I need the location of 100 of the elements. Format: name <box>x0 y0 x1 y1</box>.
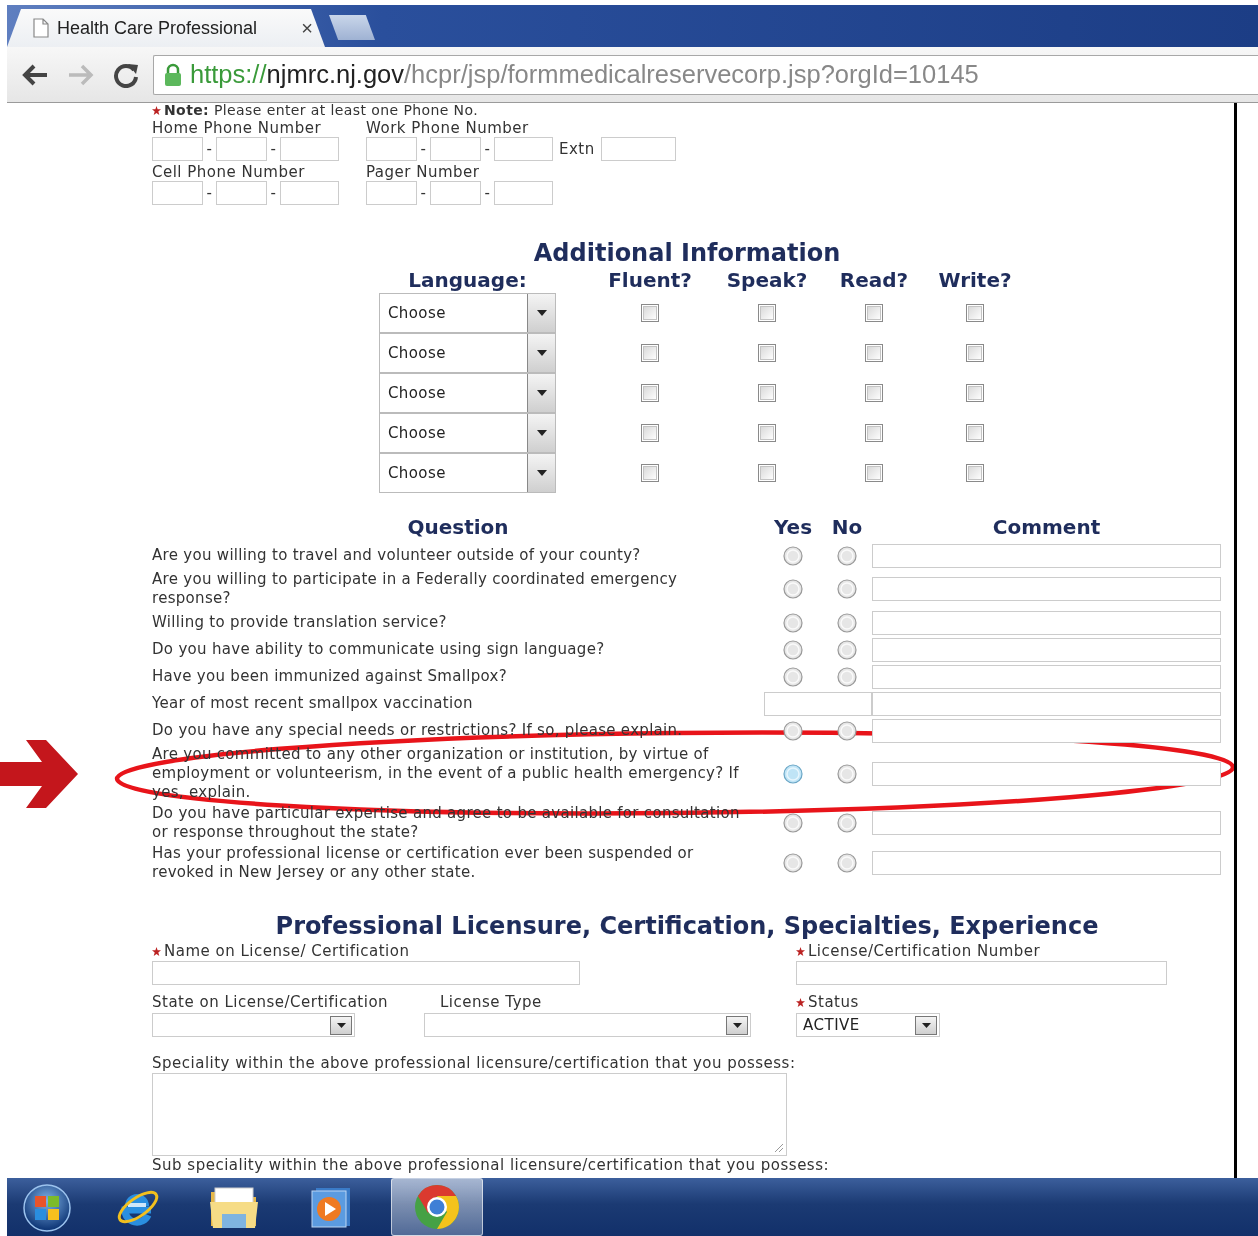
comment-field[interactable] <box>872 718 1221 743</box>
page-icon <box>33 18 49 38</box>
comment-field[interactable] <box>872 691 1221 716</box>
checkbox[interactable] <box>758 344 776 362</box>
radio-button[interactable] <box>837 763 857 784</box>
comment-field[interactable] <box>872 577 1221 601</box>
input-field[interactable] <box>216 181 267 205</box>
radio-button[interactable] <box>837 639 857 660</box>
close-button[interactable]: × <box>301 16 313 40</box>
checkbox[interactable] <box>865 344 883 362</box>
comment-field[interactable] <box>872 610 1221 635</box>
checkbox[interactable] <box>865 384 883 402</box>
checkbox[interactable] <box>865 424 883 442</box>
comment-field[interactable] <box>872 664 1221 689</box>
select-field[interactable] <box>152 1013 355 1037</box>
select-field[interactable]: ACTIVE <box>796 1013 940 1037</box>
input-field[interactable] <box>430 181 481 205</box>
radio-button[interactable] <box>837 545 857 566</box>
dropdown-arrow-icon <box>921 1022 931 1028</box>
section-heading: Additional Information <box>532 238 842 268</box>
checkbox[interactable] <box>641 464 659 482</box>
radio-button[interactable] <box>837 666 857 687</box>
question-text: Willing to provide translation service? <box>152 613 448 632</box>
checkbox[interactable] <box>865 464 883 482</box>
field-label: License Type <box>440 994 542 1010</box>
comment-field[interactable] <box>872 811 1221 835</box>
radio-button[interactable] <box>783 545 803 566</box>
radio-button[interactable] <box>837 579 857 599</box>
dropdown-arrow-icon <box>536 350 547 356</box>
comment-field[interactable] <box>872 637 1221 662</box>
radio-button[interactable] <box>783 579 803 599</box>
checkbox[interactable] <box>966 344 984 362</box>
radio-button[interactable] <box>783 639 803 660</box>
field-label: License/Certification Number <box>808 943 1041 959</box>
comment-field[interactable] <box>872 761 1221 786</box>
field-label: Cell Phone Number <box>152 164 306 180</box>
year-field[interactable] <box>764 691 872 716</box>
radio-button[interactable] <box>837 720 857 741</box>
checkbox[interactable] <box>641 344 659 362</box>
radio-button[interactable] <box>837 612 857 633</box>
checkbox[interactable] <box>641 424 659 442</box>
input-field[interactable] <box>494 181 553 205</box>
dropdown-arrow-icon <box>536 310 547 316</box>
checkbox[interactable] <box>641 384 659 402</box>
checkbox[interactable] <box>966 424 984 442</box>
input-field[interactable] <box>366 137 417 161</box>
radio-button[interactable] <box>783 853 803 873</box>
comment-field[interactable] <box>872 543 1221 568</box>
text-area[interactable] <box>152 1073 787 1156</box>
resize-grip-icon <box>774 1143 784 1153</box>
checkbox[interactable] <box>758 384 776 402</box>
language-select[interactable]: Choose <box>379 413 556 453</box>
checkbox[interactable] <box>966 464 984 482</box>
checkbox[interactable] <box>758 424 776 442</box>
address-field[interactable]: https://njmrc.nj.gov/hcpr/jsp/formmedicalreservecorp.jsp?orgId=10145 <box>153 54 1258 95</box>
browser-tab[interactable]: Health Care Professional × <box>7 9 325 47</box>
checkbox[interactable] <box>758 304 776 322</box>
input-field[interactable] <box>152 137 203 161</box>
input-field[interactable] <box>216 137 267 161</box>
checkbox[interactable] <box>758 464 776 482</box>
column-header: Write? <box>937 268 1013 293</box>
checkbox[interactable] <box>865 304 883 322</box>
radio-button[interactable] <box>783 666 803 687</box>
comment-field[interactable] <box>872 851 1221 875</box>
reload-icon[interactable] <box>113 61 139 88</box>
back-icon[interactable] <box>21 62 49 87</box>
input-field[interactable] <box>280 137 339 161</box>
note-text: Note: Please enter at least one Phone No. <box>164 103 479 117</box>
select-field[interactable] <box>424 1013 751 1037</box>
language-select[interactable]: Choose <box>379 373 556 413</box>
input-field[interactable] <box>366 181 417 205</box>
radio-button[interactable] <box>783 763 803 784</box>
dash-separator: - <box>419 184 428 202</box>
language-select[interactable]: Choose <box>379 453 556 493</box>
input-field[interactable] <box>494 137 553 161</box>
field-label: Pager Number <box>366 164 481 180</box>
input-field[interactable] <box>152 181 203 205</box>
language-select[interactable]: Choose <box>379 293 556 333</box>
question-text: Have you been immunized against Smallpox? <box>152 667 508 686</box>
checkbox[interactable] <box>641 304 659 322</box>
input-field[interactable] <box>796 961 1167 985</box>
radio-button[interactable] <box>783 612 803 633</box>
checkbox[interactable] <box>966 304 984 322</box>
forward-icon[interactable] <box>67 62 95 87</box>
column-header: No <box>830 514 864 540</box>
input-field[interactable] <box>280 181 339 205</box>
language-select[interactable]: Choose <box>379 333 556 373</box>
radio-button[interactable] <box>783 813 803 833</box>
checkbox[interactable] <box>966 384 984 402</box>
question-text: Year of most recent smallpox vaccination <box>152 694 474 713</box>
radio-button[interactable] <box>837 813 857 833</box>
column-header: Speak? <box>725 268 809 293</box>
dash-separator: - <box>269 140 278 158</box>
field-label: Extn <box>559 140 595 158</box>
field-label: Sub speciality within the above professional licensure/certification that you possess: <box>152 1157 830 1173</box>
input-field[interactable] <box>430 137 481 161</box>
input-field[interactable] <box>600 137 676 161</box>
radio-button[interactable] <box>837 853 857 873</box>
input-field[interactable] <box>152 961 580 985</box>
radio-button[interactable] <box>783 720 803 741</box>
